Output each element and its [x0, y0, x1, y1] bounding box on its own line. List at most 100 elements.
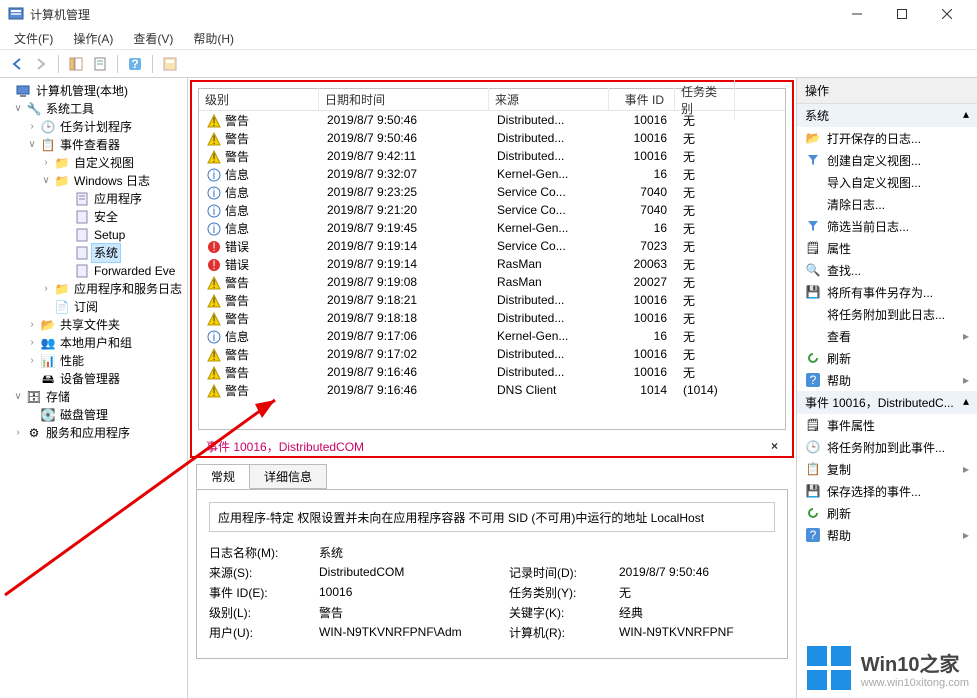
tree-storage[interactable]: 存储 [44, 388, 72, 406]
col-level[interactable]: 级别 [199, 88, 319, 111]
action-help2[interactable]: ?帮助▸ [797, 524, 977, 546]
action-attach-task[interactable]: 将任务附加到此日志... [797, 303, 977, 325]
minimize-button[interactable] [834, 0, 879, 28]
action-help[interactable]: ?帮助▸ [797, 369, 977, 391]
action-save-selected[interactable]: 💾保存选择的事件... [797, 480, 977, 502]
tree-disk-mgmt[interactable]: 磁盘管理 [58, 406, 110, 424]
action-refresh[interactable]: 刷新 [797, 347, 977, 369]
tree-shared-folders[interactable]: 共享文件夹 [58, 316, 122, 334]
help-button[interactable]: ? [124, 53, 146, 75]
expander-icon[interactable]: › [26, 352, 38, 370]
navigation-tree[interactable]: 计算机管理(本地) ∨🔧系统工具 ›🕒任务计划程序 ∨📋事件查看器 ›📁自定义视… [0, 78, 188, 698]
action-view[interactable]: 查看▸ [797, 325, 977, 347]
table-row[interactable]: !警告2019/8/7 9:18:21Distributed...10016无 [199, 291, 785, 309]
action-open-saved[interactable]: 📂打开保存的日志... [797, 127, 977, 149]
col-datetime[interactable]: 日期和时间 [319, 88, 489, 111]
tab-general[interactable]: 常规 [196, 464, 250, 489]
tree-forwarded-log[interactable]: Forwarded Eve [92, 262, 177, 280]
expander-icon[interactable]: › [26, 334, 38, 352]
expander-icon[interactable]: ∨ [12, 388, 24, 406]
col-source[interactable]: 来源 [489, 88, 609, 111]
tree-system-tools[interactable]: 系统工具 [44, 100, 96, 118]
action-refresh2[interactable]: 刷新 [797, 502, 977, 524]
properties-button[interactable] [89, 53, 111, 75]
table-row[interactable]: !警告2019/8/7 9:50:46Distributed...10016无 [199, 129, 785, 147]
v-level: 警告 [319, 604, 479, 621]
app-icon [8, 6, 24, 22]
action-filter-log[interactable]: 筛选当前日志... [797, 215, 977, 237]
menu-file[interactable]: 文件(F) [4, 28, 63, 49]
tree-app-service-logs[interactable]: 应用程序和服务日志 [72, 280, 184, 298]
action-clear-log[interactable]: 清除日志... [797, 193, 977, 215]
table-row[interactable]: !警告2019/8/7 9:16:46Distributed...10016无 [199, 363, 785, 381]
table-row[interactable]: !错误2019/8/7 9:19:14RasMan20063无 [199, 255, 785, 273]
event-table[interactable]: 级别 日期和时间 来源 事件 ID 任务类别 !警告2019/8/7 9:50:… [198, 88, 786, 430]
level-icon: ! [207, 132, 221, 146]
menu-action[interactable]: 操作(A) [63, 28, 123, 49]
expander-icon[interactable]: › [26, 118, 38, 136]
table-row[interactable]: !警告2019/8/7 9:18:18Distributed...10016无 [199, 309, 785, 327]
expander-icon[interactable]: › [12, 424, 24, 442]
action-properties[interactable]: 🗒属性 [797, 237, 977, 259]
action-attach-event-task[interactable]: 🕒将任务附加到此事件... [797, 436, 977, 458]
col-event-id[interactable]: 事件 ID [609, 88, 675, 111]
action-import-custom[interactable]: 导入自定义视图... [797, 171, 977, 193]
level-icon: ! [207, 114, 221, 128]
tree-services-apps[interactable]: 服务和应用程序 [44, 424, 132, 442]
toolbar-extra-button[interactable] [159, 53, 181, 75]
tree-system-log[interactable]: 系统 [92, 244, 120, 262]
table-row[interactable]: i信息2019/8/7 9:17:06Kernel-Gen...16无 [199, 327, 785, 345]
action-create-custom[interactable]: 创建自定义视图... [797, 149, 977, 171]
menu-help[interactable]: 帮助(H) [183, 28, 244, 49]
tree-event-viewer[interactable]: 事件查看器 [58, 136, 122, 154]
table-row[interactable]: !警告2019/8/7 9:19:08RasMan20027无 [199, 273, 785, 291]
tree-custom-views[interactable]: 自定义视图 [72, 154, 136, 172]
maximize-button[interactable] [879, 0, 924, 28]
tree-task-scheduler[interactable]: 任务计划程序 [58, 118, 134, 136]
action-find[interactable]: 🔍查找... [797, 259, 977, 281]
expander-icon[interactable]: ∨ [40, 172, 52, 190]
svg-text:!: ! [212, 367, 215, 380]
table-row[interactable]: !警告2019/8/7 9:50:46Distributed...10016无 [199, 111, 785, 129]
tree-device-mgr[interactable]: 设备管理器 [58, 370, 122, 388]
tree-setup-log[interactable]: Setup [92, 226, 127, 244]
level-icon: ! [207, 312, 221, 326]
level-icon: ! [207, 150, 221, 164]
expander-icon[interactable]: › [26, 316, 38, 334]
back-button[interactable] [6, 53, 28, 75]
expander-icon[interactable]: › [40, 154, 52, 172]
k-logged: 记录时间(D): [509, 564, 619, 581]
tree-subscriptions[interactable]: 订阅 [72, 298, 100, 316]
action-save-all[interactable]: 💾将所有事件另存为... [797, 281, 977, 303]
expander-icon[interactable]: ∨ [26, 136, 38, 154]
tree-performance[interactable]: 性能 [58, 352, 86, 370]
expander-icon[interactable]: › [40, 280, 52, 298]
table-row[interactable]: i信息2019/8/7 9:19:45Kernel-Gen...16无 [199, 219, 785, 237]
action-copy[interactable]: 📋复制▸ [797, 458, 977, 480]
table-row[interactable]: !警告2019/8/7 9:17:02Distributed...10016无 [199, 345, 785, 363]
action-event-properties[interactable]: 🗒事件属性 [797, 414, 977, 436]
tree-root[interactable]: 计算机管理(本地) [34, 82, 130, 100]
show-hide-tree-button[interactable] [65, 53, 87, 75]
table-row[interactable]: i信息2019/8/7 9:32:07Kernel-Gen...16无 [199, 165, 785, 183]
table-row[interactable]: i信息2019/8/7 9:23:25Service Co...7040无 [199, 183, 785, 201]
expander-icon[interactable]: ∨ [12, 100, 24, 118]
tree-windows-logs[interactable]: Windows 日志 [72, 172, 152, 190]
close-detail-icon[interactable]: × [771, 439, 778, 453]
tab-details[interactable]: 详细信息 [249, 464, 327, 489]
table-row[interactable]: !警告2019/8/7 9:42:11Distributed...10016无 [199, 147, 785, 165]
tree-security-log[interactable]: 安全 [92, 208, 120, 226]
menu-view[interactable]: 查看(V) [123, 28, 183, 49]
tree-application-log[interactable]: 应用程序 [92, 190, 144, 208]
table-body[interactable]: !警告2019/8/7 9:50:46Distributed...10016无!… [199, 111, 785, 429]
table-row[interactable]: !警告2019/8/7 9:16:46DNS Client1014(1014) [199, 381, 785, 399]
level-icon: i [207, 186, 221, 200]
title-bar: 计算机管理 [0, 0, 977, 28]
watermark-url: www.win10xitong.com [861, 677, 969, 689]
table-row[interactable]: i信息2019/8/7 9:21:20Service Co...7040无 [199, 201, 785, 219]
forward-button[interactable] [30, 53, 52, 75]
log-icon [74, 209, 90, 225]
tree-local-users[interactable]: 本地用户和组 [58, 334, 134, 352]
close-button[interactable] [924, 0, 969, 28]
table-row[interactable]: !错误2019/8/7 9:19:14Service Co...7023无 [199, 237, 785, 255]
